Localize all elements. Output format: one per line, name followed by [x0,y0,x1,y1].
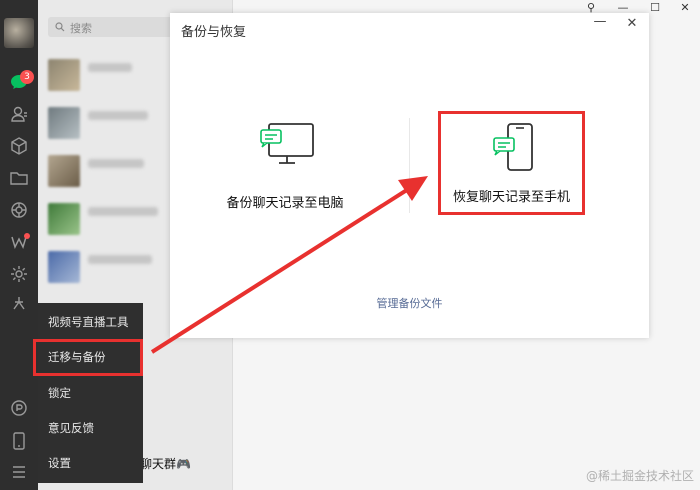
avatar [48,251,80,283]
folder-icon[interactable] [9,168,29,188]
avatar[interactable] [4,18,34,48]
highlight-box [33,339,143,376]
close-icon[interactable]: ✕ [625,17,639,31]
menu-item-live-tool[interactable]: 视频号直播工具 [38,305,143,339]
notification-dot [24,233,30,239]
restore-to-phone-label: 恢复聊天记录至手机 [452,190,570,205]
backup-to-pc-button[interactable]: 备份聊天记录至电脑 [210,118,360,211]
blurred-chat-name [88,255,152,264]
backup-to-pc-label: 备份聊天记录至电脑 [226,196,344,211]
restore-to-phone-button[interactable]: 恢复聊天记录至手机 [438,111,585,215]
search-icon [55,22,65,32]
manage-backup-files-link[interactable]: 管理备份文件 [170,295,649,311]
favorites-cube-icon[interactable] [9,136,29,156]
phone-link-icon[interactable] [9,398,29,418]
dialog-title: 备份与恢复 [181,25,247,40]
blurred-chat-name [88,63,132,72]
blurred-chat-name [88,159,144,168]
avatar [48,107,80,139]
blurred-chat-name [88,207,158,216]
chat-item-partial-name: 聊天群🎮 [140,457,191,471]
search-placeholder: 搜索 [70,22,92,35]
close-icon[interactable]: ✕ [678,1,692,15]
avatar [48,59,80,91]
computer-icon [260,123,314,164]
phone-chat-icon [492,123,533,171]
avatar [48,155,80,187]
maximize-icon[interactable]: ☐ [648,1,662,15]
backup-restore-dialog: 备份与恢复 — ✕ 备份聊天记录至电脑 恢复聊天记录至手机 管理备份文件 [170,13,649,338]
unread-badge: 3 [20,70,34,84]
menu-item-settings[interactable]: 设置 [38,446,143,480]
mobile-phone-icon[interactable] [9,431,29,451]
moments-aperture-icon[interactable] [9,200,29,220]
avatar [48,203,80,235]
menu-hamburger-icon[interactable] [9,462,29,482]
more-menu: 视频号直播工具 迁移与备份 锁定 意见反馈 设置 [38,303,143,483]
watermark: @稀土掘金技术社区 [585,469,694,483]
menu-item-lock[interactable]: 锁定 [38,376,143,410]
navigation-rail: 3 [0,0,38,490]
minimize-icon[interactable]: — [593,15,607,31]
menu-item-feedback[interactable]: 意见反馈 [38,411,143,445]
search-spark-icon[interactable] [9,294,29,314]
contacts-icon[interactable] [9,104,29,124]
mini-programs-icon[interactable] [9,264,29,284]
blurred-chat-name [88,111,148,120]
divider [409,118,410,213]
